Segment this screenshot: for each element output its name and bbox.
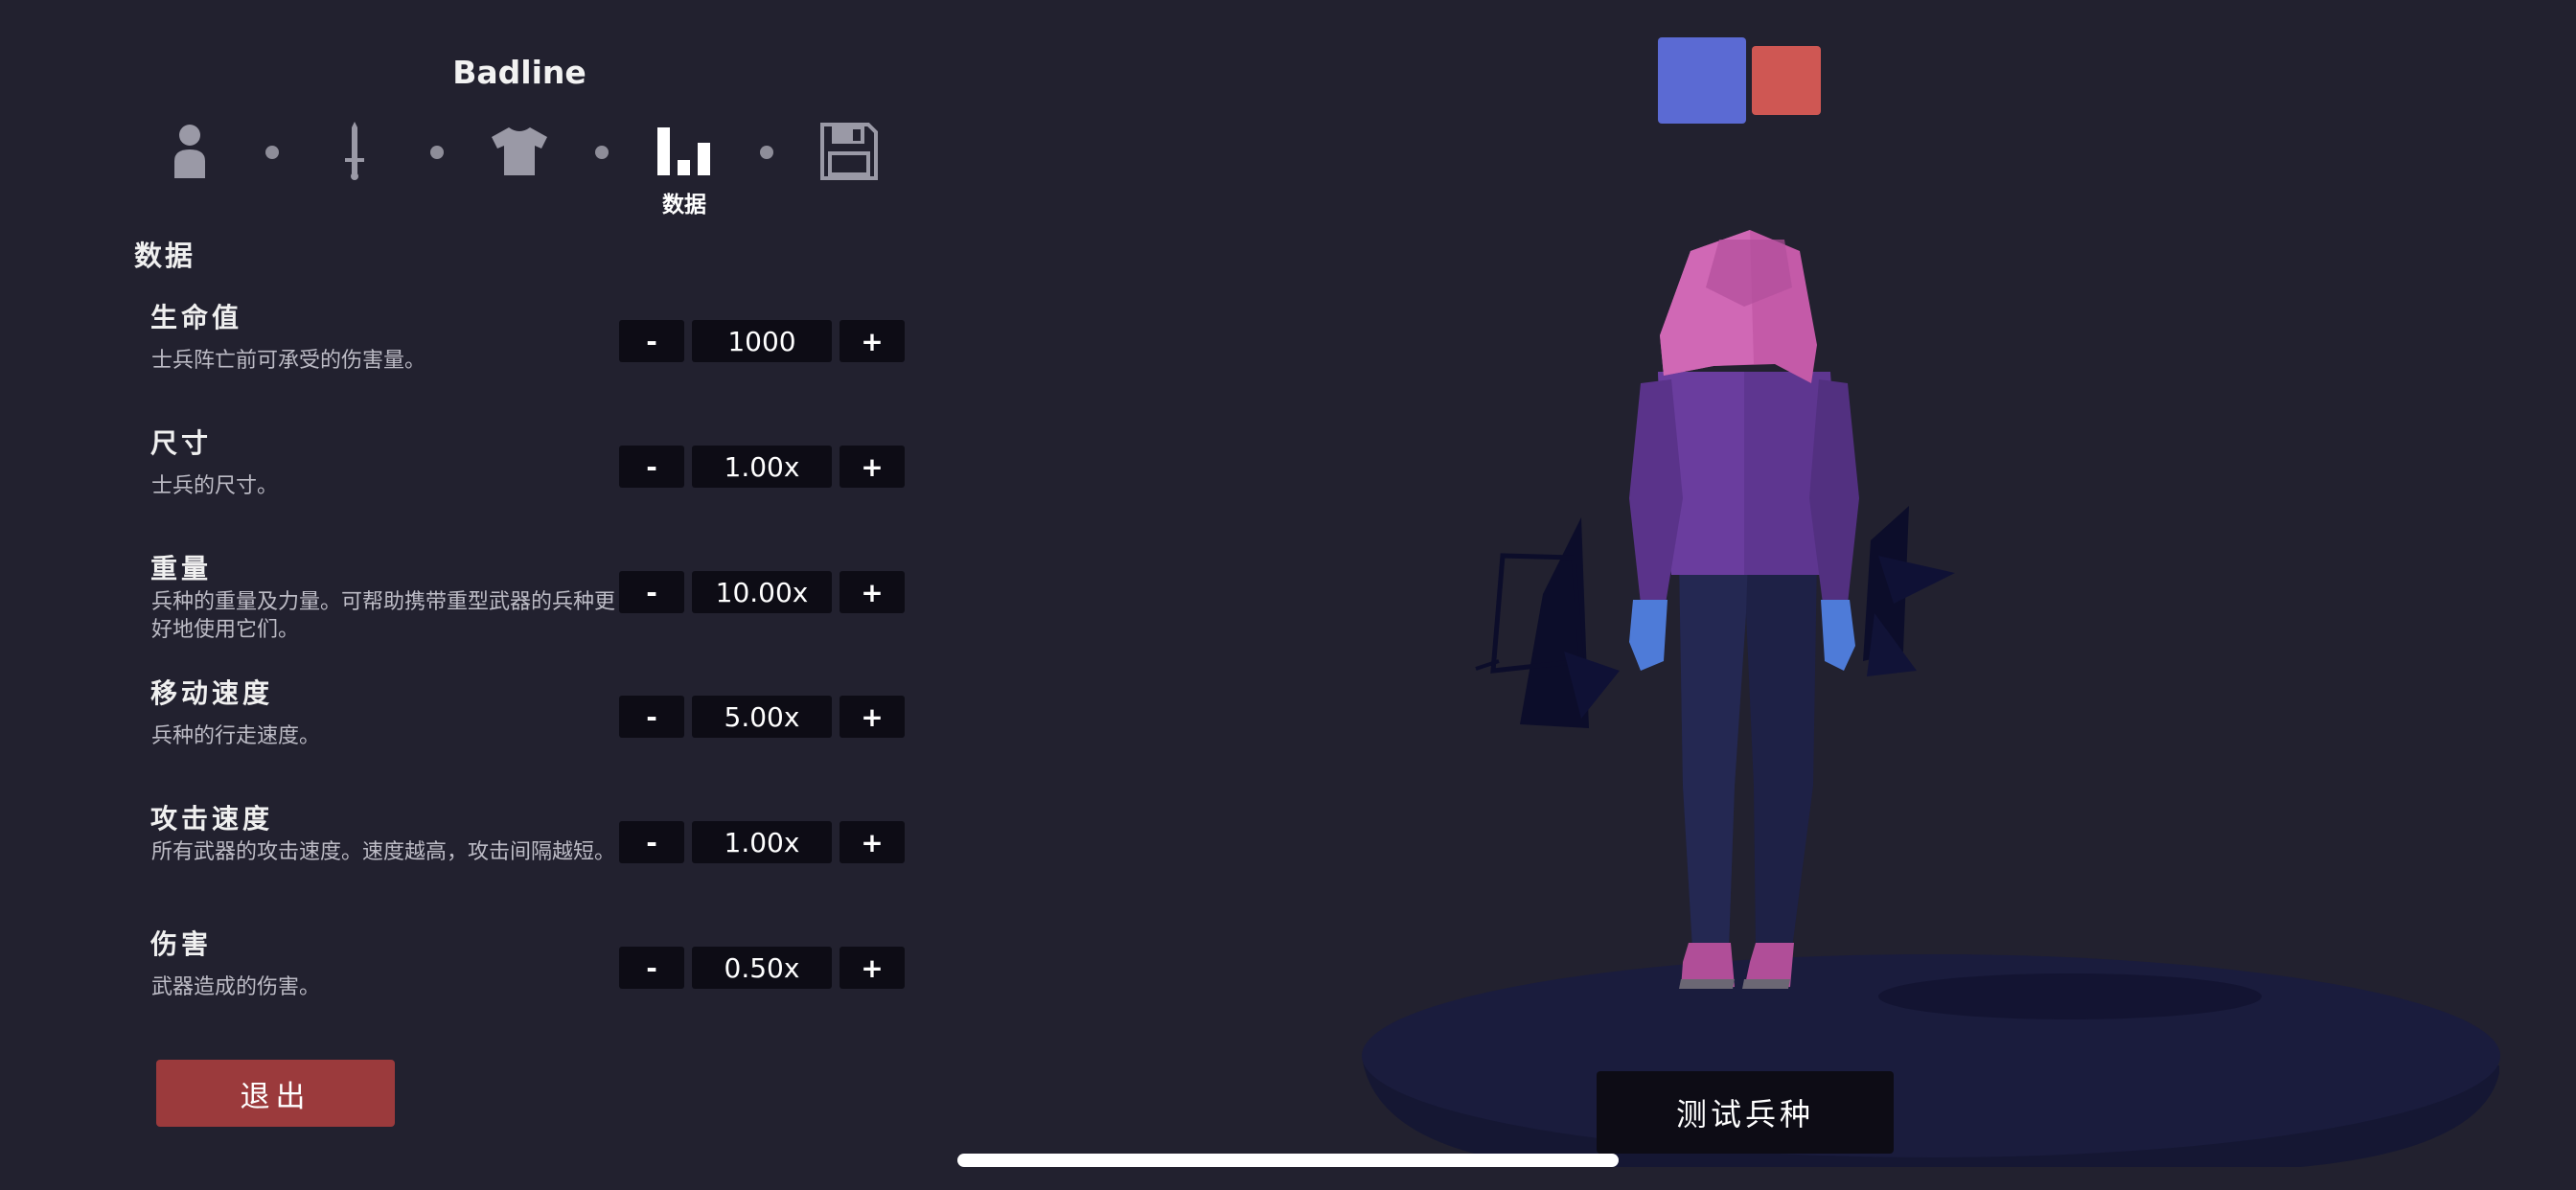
increase-button[interactable]: + [840, 446, 905, 488]
character-model [1629, 230, 1859, 989]
test-unit-button[interactable]: 测试兵种 [1597, 1071, 1894, 1154]
stat-value: 5.00x [692, 696, 832, 738]
sword-icon [345, 122, 364, 180]
increase-button[interactable]: + [840, 571, 905, 613]
step-appearance[interactable] [151, 117, 228, 186]
stat-value: 10.00x [692, 571, 832, 613]
step-stats[interactable] [646, 117, 723, 186]
decrease-button[interactable]: - [619, 571, 684, 613]
increase-button[interactable]: + [840, 821, 905, 863]
stat-title: 生命值 [150, 302, 243, 333]
stat-title: 伤害 [150, 928, 213, 960]
stat-row-size: 尺寸 士兵的尺寸。 - 1.00x + [0, 423, 920, 538]
exit-button[interactable]: 退出 [156, 1060, 395, 1127]
stat-value: 1000 [692, 320, 832, 362]
stat-value: 0.50x [692, 947, 832, 989]
stat-description: 兵种的重量及力量。可帮助携带重型武器的兵种更好地使用它们。 [151, 590, 616, 642]
increase-button[interactable]: + [840, 696, 905, 738]
increase-button[interactable]: + [840, 320, 905, 362]
decrease-button[interactable]: - [619, 947, 684, 989]
step-save[interactable] [811, 117, 887, 186]
person-icon [174, 125, 205, 178]
stat-title: 尺寸 [150, 427, 213, 459]
stat-title: 重量 [150, 553, 213, 584]
decrease-button[interactable]: - [619, 821, 684, 863]
stat-description: 武器造成的伤害。 [151, 975, 321, 999]
stat-row-health: 生命值 士兵阵亡前可承受的伤害量。 - 1000 + [0, 297, 920, 412]
step-separator-dot [430, 146, 444, 159]
stat-title: 移动速度 [150, 677, 274, 709]
decrease-button[interactable]: - [619, 446, 684, 488]
stat-row-attack-speed: 攻击速度 所有武器的攻击速度。速度越高，攻击间隔越短。 - 1.00x + [0, 798, 920, 913]
unit-name-title: Badline [452, 54, 586, 91]
stat-row-move-speed: 移动速度 兵种的行走速度。 - 5.00x + [0, 673, 920, 788]
preview-platform [1362, 954, 2500, 1167]
step-separator-dot [595, 146, 609, 159]
stat-description: 士兵阵亡前可承受的伤害量。 [151, 349, 426, 373]
stat-description: 兵种的行走速度。 [151, 724, 321, 748]
team-red-swatch[interactable] [1752, 46, 1821, 115]
team-blue-swatch[interactable] [1658, 37, 1746, 124]
stat-description: 士兵的尺寸。 [151, 474, 279, 498]
increase-button[interactable]: + [840, 947, 905, 989]
home-indicator [957, 1154, 1619, 1167]
stat-value: 1.00x [692, 821, 832, 863]
step-weapons[interactable] [316, 117, 393, 186]
stat-value: 1.00x [692, 446, 832, 488]
stat-row-weight: 重量 兵种的重量及力量。可帮助携带重型武器的兵种更好地使用它们。 - 10.00… [0, 548, 920, 663]
decrease-button[interactable]: - [619, 320, 684, 362]
step-clothing[interactable] [481, 117, 558, 186]
stat-description: 所有武器的攻击速度。速度越高，攻击间隔越短。 [151, 840, 616, 864]
section-title: 数据 [134, 240, 196, 272]
save-icon [820, 123, 878, 180]
stat-title: 攻击速度 [150, 803, 274, 835]
stats-icon [657, 127, 710, 175]
step-separator-dot [265, 146, 279, 159]
character-preview-scene[interactable] [1342, 0, 2576, 1190]
stat-row-damage: 伤害 武器造成的伤害。 - 0.50x + [0, 924, 920, 1039]
shirt-icon [492, 127, 547, 175]
step-stats-label: 数据 [662, 193, 706, 217]
step-separator-dot [760, 146, 773, 159]
decrease-button[interactable]: - [619, 696, 684, 738]
unit-editor-screen: Badline 数据 数据 生命值 士兵阵亡前可承受的伤害量。 - 1000 +… [0, 0, 2576, 1190]
